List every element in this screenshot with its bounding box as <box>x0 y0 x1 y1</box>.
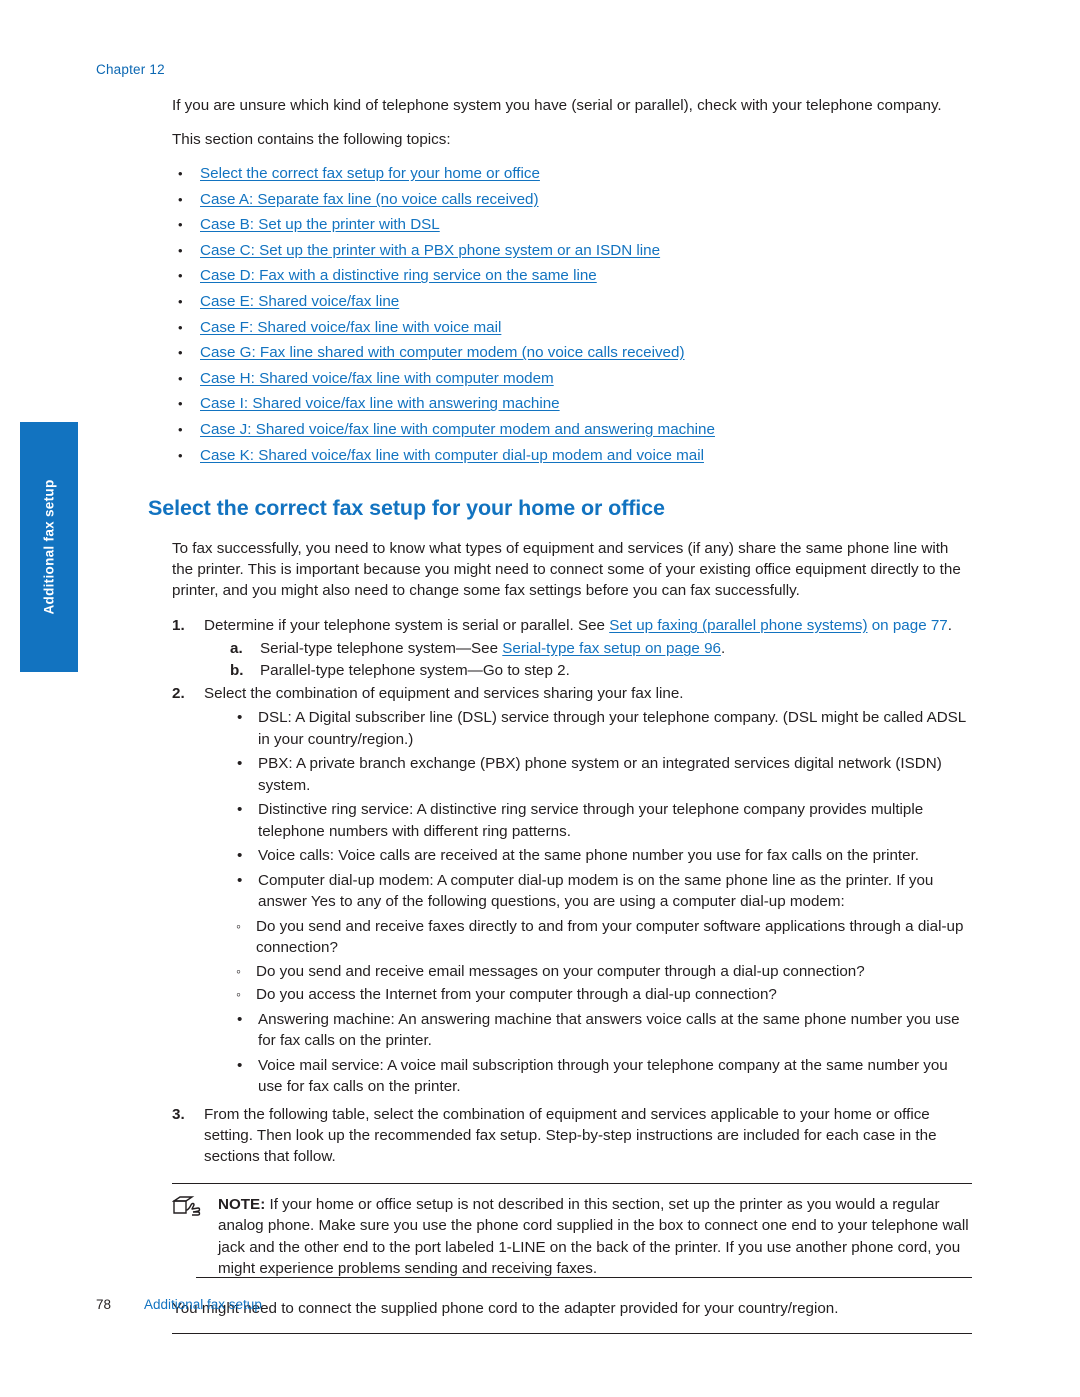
list-item: Voice mail service: A voice mail subscri… <box>230 1055 972 1098</box>
step-1a-letter: a. <box>230 640 243 658</box>
step-2-bullets-after: Answering machine: An answering machine … <box>204 1009 972 1098</box>
step-1-link[interactable]: Set up faxing (parallel phone systems) <box>609 617 867 634</box>
note-label: NOTE: <box>218 1195 266 1213</box>
step-3-number: 3. <box>172 1105 185 1123</box>
list-item: Case J: Shared voice/fax line with compu… <box>172 419 972 440</box>
step-1-sublist: a. Serial-type telephone system—See Seri… <box>204 638 972 681</box>
toc-link-2[interactable]: Case B: Set up the printer with DSL <box>200 216 440 233</box>
page-footer: 78 Additional fax setup <box>96 1297 976 1312</box>
footer-text: Additional fax setup <box>144 1297 262 1312</box>
toc-link-7[interactable]: Case G: Fax line shared with computer mo… <box>200 344 685 361</box>
side-tab: Additional fax setup <box>20 422 78 672</box>
list-item: Case F: Shared voice/fax line with voice… <box>172 317 972 338</box>
list-item: DSL: A Digital subscriber line (DSL) ser… <box>230 707 972 750</box>
document-page: Chapter 12 Additional fax setup If you a… <box>0 0 1080 1397</box>
step-2-bullets: DSL: A Digital subscriber line (DSL) ser… <box>204 707 972 913</box>
toc-link-11[interactable]: Case K: Shared voice/fax line with compu… <box>200 447 704 464</box>
step-1-text-before: Determine if your telephone system is se… <box>204 617 610 635</box>
toc-link-6[interactable]: Case F: Shared voice/fax line with voice… <box>200 319 501 336</box>
toc-link-3[interactable]: Case C: Set up the printer with a PBX ph… <box>200 242 660 259</box>
step-2: 2. Select the combination of equipment a… <box>172 683 972 1098</box>
note-hand-icon <box>171 1195 204 1218</box>
note-content: NOTE: If your home or office setup is no… <box>171 1194 972 1280</box>
step-1a-link[interactable]: Serial-type fax setup on page 96 <box>502 640 721 657</box>
intro-paragraph-2: This section contains the following topi… <box>172 131 451 148</box>
toc-link-5[interactable]: Case E: Shared voice/fax line <box>200 293 399 310</box>
list-item: Case B: Set up the printer with DSL <box>172 214 972 235</box>
list-item: Voice calls: Voice calls are received at… <box>230 845 972 867</box>
topics-list: Select the correct fax setup for your ho… <box>172 163 972 466</box>
list-item: Answering machine: An answering machine … <box>230 1009 972 1052</box>
toc-link-0[interactable]: Select the correct fax setup for your ho… <box>200 165 540 182</box>
step-1b-text: Parallel-type telephone system—Go to ste… <box>260 661 570 679</box>
toc-link-4[interactable]: Case D: Fax with a distinctive ring serv… <box>200 267 597 284</box>
footer-page-number: 78 <box>96 1297 112 1312</box>
footer-divider <box>196 1277 972 1279</box>
steps-list: 1. Determine if your telephone system is… <box>172 615 972 1167</box>
step-1b: b. Parallel-type telephone system—Go to … <box>230 660 972 682</box>
list-item: Case A: Separate fax line (no voice call… <box>172 189 972 210</box>
step-1b-letter: b. <box>230 661 244 679</box>
list-item: Distinctive ring service: A distinctive … <box>230 799 972 842</box>
step-1a: a. Serial-type telephone system—See Seri… <box>230 638 972 660</box>
toc-link-8[interactable]: Case H: Shared voice/fax line with compu… <box>200 370 554 387</box>
step-1-text-after: on page 77 <box>867 617 948 635</box>
list-item: Select the correct fax setup for your ho… <box>172 163 972 184</box>
side-tab-label: Additional fax setup <box>41 479 57 615</box>
step-3: 3. From the following table, select the … <box>172 1104 972 1167</box>
step-1-tail: . <box>947 617 952 635</box>
note-text: If your home or office setup is not desc… <box>218 1195 969 1278</box>
list-item: Case G: Fax line shared with computer mo… <box>172 342 972 363</box>
list-item: Computer dial-up modem: A computer dial-… <box>230 870 972 913</box>
chapter-header: Chapter 12 <box>96 62 165 77</box>
step-2-text: Select the combination of equipment and … <box>204 685 684 703</box>
list-item: Do you send and receive email messages o… <box>230 961 972 983</box>
list-item: Do you access the Internet from your com… <box>230 984 972 1006</box>
step-1a-text-before: Serial-type telephone system—See <box>260 640 503 658</box>
step-1: 1. Determine if your telephone system is… <box>172 615 972 681</box>
section-intro: To fax successfully, you need to know wh… <box>172 540 961 600</box>
list-item: Case H: Shared voice/fax line with compu… <box>172 368 972 389</box>
toc-link-1[interactable]: Case A: Separate fax line (no voice call… <box>200 191 539 208</box>
list-item: Case C: Set up the printer with a PBX ph… <box>172 240 972 261</box>
step-1-number: 1. <box>172 617 185 635</box>
document-content: If you are unsure which kind of telephon… <box>148 95 972 1334</box>
toc-link-10[interactable]: Case J: Shared voice/fax line with compu… <box>200 421 715 438</box>
list-item: Case E: Shared voice/fax line <box>172 291 972 312</box>
list-item: Case K: Shared voice/fax line with compu… <box>172 445 972 466</box>
list-item: Case I: Shared voice/fax line with answe… <box>172 393 972 414</box>
list-item: Case D: Fax with a distinctive ring serv… <box>172 265 972 286</box>
step-2-subbullets: Do you send and receive faxes directly t… <box>204 916 972 1006</box>
intro-paragraph-1: If you are unsure which kind of telephon… <box>172 97 942 114</box>
page-title: Select the correct fax setup for your ho… <box>148 496 665 521</box>
step-1a-text-after: . <box>720 640 726 658</box>
toc-link-9[interactable]: Case I: Shared voice/fax line with answe… <box>200 395 560 412</box>
list-item: PBX: A private branch exchange (PBX) pho… <box>230 753 972 796</box>
step-2-number: 2. <box>172 685 185 703</box>
list-item: Do you send and receive faxes directly t… <box>230 916 972 959</box>
step-3-text: From the following table, select the com… <box>204 1105 937 1165</box>
